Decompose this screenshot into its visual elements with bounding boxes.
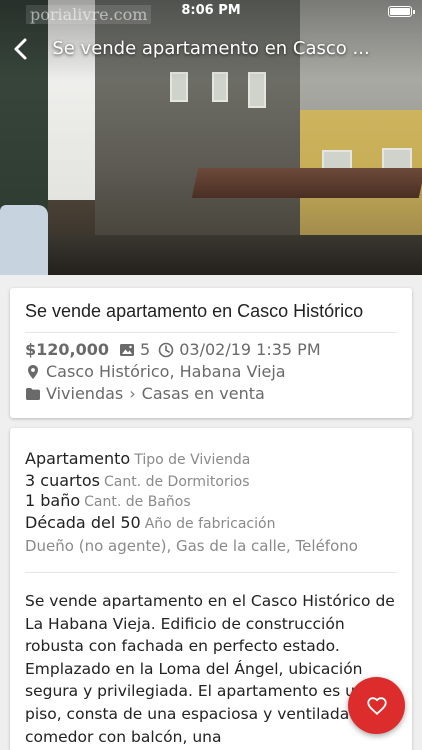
image-icon — [119, 342, 135, 358]
heart-icon — [366, 696, 387, 715]
location-pin-icon — [25, 364, 41, 380]
feature-value: Apartamento — [25, 449, 131, 468]
status-time: 8:06 PM — [181, 3, 241, 18]
feature-row: Década del 50 Año de fabricación — [25, 513, 275, 532]
feature-label: Cant. de Baños — [84, 494, 191, 510]
subcategory-link[interactable]: Casas en venta — [142, 384, 265, 403]
feature-value: 3 cuartos — [25, 471, 100, 490]
feature-value: 1 baño — [25, 491, 81, 510]
listing-summary-card: Se vende apartamento en Casco Histórico … — [10, 288, 412, 418]
location-text: Casco Histórico, Habana Vieja — [46, 362, 286, 381]
price-row: $120,000 5 03/02/19 1:35 PM — [25, 340, 321, 359]
price: $120,000 — [25, 340, 110, 359]
feature-row: 1 baño Cant. de Baños — [25, 491, 191, 510]
post-date: 03/02/19 1:35 PM — [179, 340, 321, 359]
divider — [25, 332, 397, 333]
listing-screen: porialivre.com 8:06 PM Se vende apartame… — [0, 0, 422, 750]
listing-title: Se vende apartamento en Casco Histórico — [25, 301, 364, 321]
feature-label: Cant. de Dormitorios — [103, 474, 250, 490]
favorite-button[interactable] — [348, 677, 405, 734]
amenities: Dueño (no agente), Gas de la calle, Telé… — [25, 537, 358, 555]
status-bar: porialivre.com 8:06 PM — [0, 0, 422, 24]
photo-awning — [191, 168, 422, 198]
clock-icon — [158, 342, 174, 358]
category-row[interactable]: Viviendas › Casas en venta — [25, 384, 265, 403]
breadcrumb-separator: › — [129, 384, 136, 403]
category-link[interactable]: Viviendas — [46, 384, 123, 403]
photo-count: 5 — [140, 340, 151, 359]
listing-description: Se vende apartamento en el Casco Históri… — [25, 592, 399, 746]
feature-label: Año de fabricación — [144, 516, 276, 532]
nav-title: Se vende apartamento en Casco ... — [52, 38, 370, 59]
folder-icon — [25, 386, 41, 402]
divider — [25, 572, 397, 573]
photo-street — [0, 235, 422, 275]
photo-car — [0, 205, 48, 275]
feature-row: Apartamento Tipo de Vivienda — [25, 449, 250, 468]
feature-value: Década del 50 — [25, 513, 141, 532]
feature-row: 3 cuartos Cant. de Dormitorios — [25, 471, 250, 490]
location-row[interactable]: Casco Histórico, Habana Vieja — [25, 362, 286, 381]
feature-label: Tipo de Vivienda — [134, 452, 251, 468]
battery-icon — [388, 6, 415, 17]
